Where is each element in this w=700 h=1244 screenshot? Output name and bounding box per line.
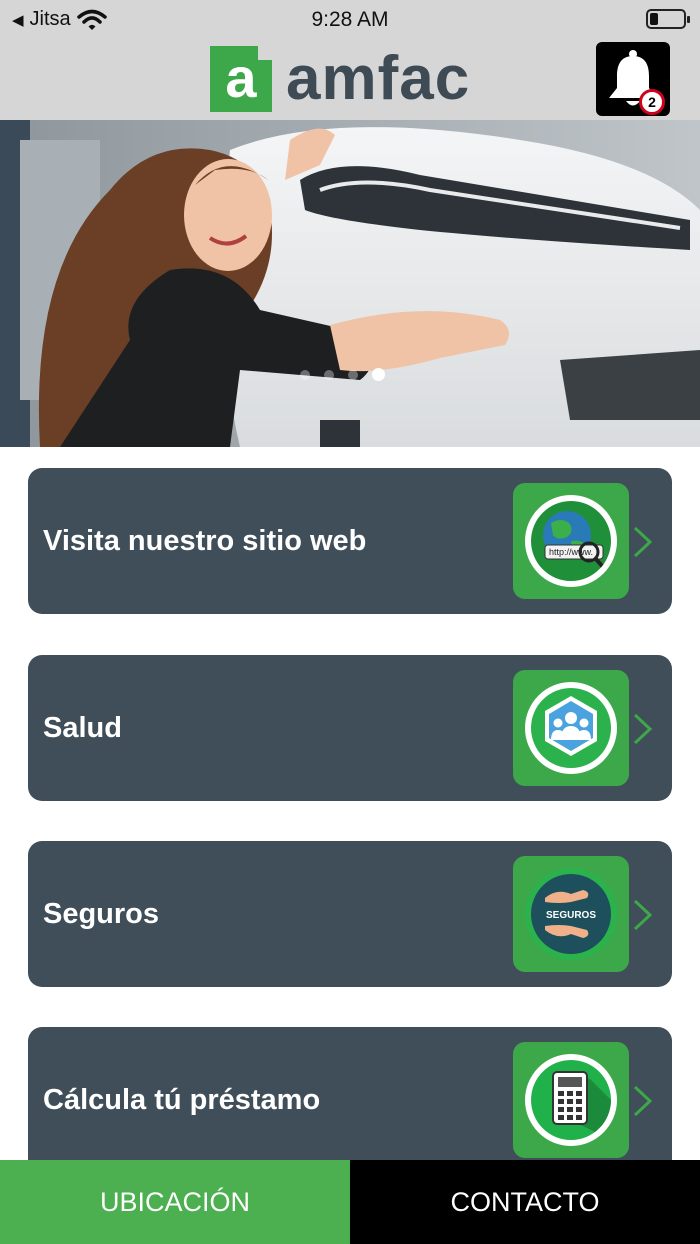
notification-badge: 2 bbox=[639, 89, 665, 115]
menu-card-label: Seguros bbox=[43, 898, 160, 930]
carousel-dot[interactable] bbox=[348, 369, 358, 380]
website-globe-icon: http://www. bbox=[513, 483, 629, 599]
carousel-dot[interactable] bbox=[300, 369, 310, 380]
menu-card-label: Visita nuestro sitio web bbox=[43, 525, 367, 557]
contact-button[interactable]: CONTACTO bbox=[350, 1160, 700, 1244]
carousel-dots[interactable] bbox=[300, 368, 385, 381]
chevron-right-icon bbox=[633, 526, 653, 558]
notifications-button[interactable]: 2 bbox=[596, 42, 670, 116]
insurance-hands-icon: SEGUROS bbox=[513, 856, 629, 972]
chevron-right-icon bbox=[633, 1085, 653, 1117]
chevron-right-icon bbox=[633, 713, 653, 745]
app-header: a amfac 2 bbox=[0, 38, 700, 120]
logo-text: amfac bbox=[286, 44, 471, 113]
logo-mark-letter: a bbox=[225, 46, 257, 109]
menu-card-label: Cálcula tú préstamo bbox=[43, 1084, 321, 1116]
hero-carousel[interactable] bbox=[0, 120, 700, 447]
menu-card-loan-calculator[interactable]: Cálcula tú préstamo bbox=[28, 1027, 672, 1173]
bottom-tab-bar: UBICACIÓN CONTACTO bbox=[0, 1160, 700, 1244]
svg-text:http://www.: http://www. bbox=[549, 547, 593, 557]
carousel-dot[interactable] bbox=[324, 369, 334, 380]
amfac-logo: a amfac bbox=[210, 46, 470, 112]
battery-icon bbox=[646, 9, 690, 29]
health-people-icon bbox=[513, 670, 629, 786]
calculator-icon bbox=[513, 1042, 629, 1158]
menu-card-health[interactable]: Salud bbox=[28, 655, 672, 801]
menu-card-label: Salud bbox=[43, 712, 122, 744]
status-time: 9:28 AM bbox=[311, 8, 389, 31]
chevron-right-icon bbox=[633, 899, 653, 931]
hero-image bbox=[0, 120, 700, 447]
seguros-icon-text: SEGUROS bbox=[546, 910, 596, 921]
location-button[interactable]: UBICACIÓN bbox=[0, 1160, 350, 1244]
logo-mark: a bbox=[210, 46, 272, 112]
menu-card-website[interactable]: Visita nuestro sitio web http://www. bbox=[28, 468, 672, 614]
carousel-dot[interactable] bbox=[372, 368, 385, 381]
status-bar: ◀ Jitsa 9:28 AM bbox=[0, 0, 700, 38]
menu-card-insurance[interactable]: Seguros SEGUROS bbox=[28, 841, 672, 987]
